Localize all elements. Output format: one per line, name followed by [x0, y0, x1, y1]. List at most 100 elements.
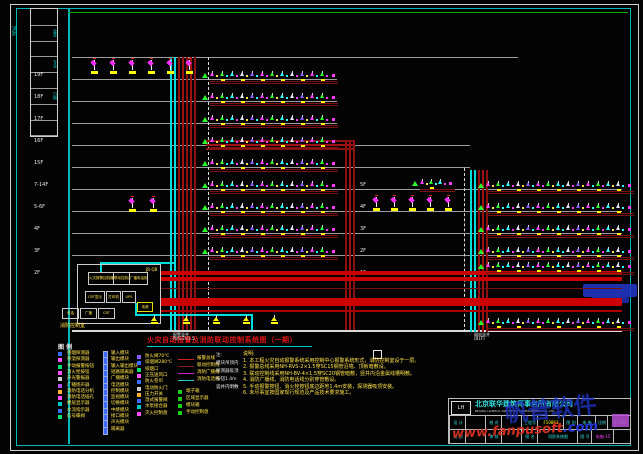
address-dot — [502, 229, 504, 231]
legend-label: 声光模块 — [111, 421, 129, 426]
detector-icon — [576, 248, 580, 252]
legend-label: 排烟阀280℃ — [145, 361, 172, 366]
legend-symbol — [58, 358, 62, 362]
detector-icon — [230, 204, 234, 208]
detector-icon — [586, 319, 590, 323]
address-dot — [622, 229, 624, 231]
detector-icon — [320, 72, 324, 76]
address-dot — [326, 141, 328, 143]
address-dot — [512, 251, 514, 253]
riser-line — [182, 57, 184, 330]
legend-label: 楼层显示器 — [67, 402, 90, 407]
device-row — [210, 115, 338, 129]
address-dot — [512, 207, 514, 209]
detector-icon — [210, 182, 214, 186]
fan-icon — [147, 60, 153, 66]
address-dot — [246, 229, 248, 231]
address-dot — [266, 97, 268, 99]
floor-label-left: 18F — [34, 95, 43, 100]
detector-icon — [230, 226, 234, 230]
detector-icon — [320, 226, 324, 230]
floor-label-left: 19F — [34, 73, 43, 78]
detector-icon — [240, 116, 244, 120]
address-dot — [286, 119, 288, 121]
floor-label-left: 16F — [34, 139, 43, 144]
address-dot — [296, 97, 298, 99]
big-device-row — [128, 198, 170, 214]
address-dot — [286, 163, 288, 165]
detector-icon — [486, 182, 490, 186]
detector-icon — [606, 248, 610, 252]
detector-icon — [546, 248, 550, 252]
detector-icon — [566, 204, 570, 208]
address-dot — [582, 266, 584, 268]
address-dot — [236, 141, 238, 143]
loop-wire-dark — [210, 103, 338, 104]
detector-icon — [300, 94, 304, 98]
legend-symbol — [137, 374, 141, 378]
address-dot — [562, 266, 564, 268]
detector-icon — [616, 263, 620, 267]
detector-icon — [536, 263, 540, 267]
detector-icon — [506, 204, 510, 208]
address-dot — [492, 185, 494, 187]
address-dot — [286, 207, 288, 209]
detector-icon — [566, 182, 570, 186]
note-line: 5. 手动报警按钮、消火栓按钮底边距地1.4m安装，探测器吸顶安装。 — [243, 385, 397, 390]
row-end-arrow — [332, 162, 335, 165]
loop-wire-dark — [210, 213, 338, 214]
legend-symbol — [58, 371, 62, 375]
detector-icon — [616, 226, 620, 230]
address-dot — [552, 266, 554, 268]
legend-symbol — [58, 365, 62, 369]
address-dot — [592, 185, 594, 187]
address-dot — [216, 163, 218, 165]
detector-icon — [280, 116, 284, 120]
detector-icon — [516, 248, 520, 252]
address-dot — [226, 185, 228, 187]
fan-device-unit — [408, 197, 426, 213]
detector-icon — [616, 248, 620, 252]
isolator-icon — [478, 183, 484, 188]
legend-label: 灭火控制盘 — [145, 412, 168, 417]
revision-row — [31, 120, 57, 137]
detector-icon — [210, 116, 214, 120]
terminal-box: 电话 — [62, 308, 79, 319]
fan-device-unit — [109, 60, 128, 76]
legend-symbol — [58, 402, 62, 406]
detector-icon — [320, 94, 324, 98]
shaft-dashed-line — [464, 168, 465, 332]
legend-label: 报警总线 — [197, 357, 215, 362]
loop-wire-dark — [210, 257, 338, 258]
address-dot — [612, 322, 614, 324]
detector-icon — [310, 248, 314, 252]
riser-line — [170, 57, 172, 330]
legend-symbol — [137, 412, 141, 416]
red-tick — [375, 195, 378, 196]
address-dot — [602, 229, 604, 231]
detector-icon — [240, 160, 244, 164]
detector-icon — [576, 319, 580, 323]
fan-device-unit — [147, 60, 166, 76]
legend-label: 广播扬声器 — [67, 384, 90, 389]
bell-device — [150, 315, 160, 324]
detector-icon — [290, 204, 294, 208]
fan-device-unit — [149, 198, 170, 214]
fan-device-unit — [128, 198, 149, 214]
detector-icon — [320, 138, 324, 142]
drawing-title: 火灾自动报警及消防联动控制系统图（一期） — [147, 337, 297, 344]
detector-icon — [300, 138, 304, 142]
legend-label: 湿式报警阀 — [145, 399, 168, 404]
detector-icon — [526, 182, 530, 186]
watermark-purple-block — [612, 414, 629, 427]
address-dot — [216, 229, 218, 231]
row-end-arrow — [332, 206, 335, 209]
device-row — [210, 93, 338, 107]
fan-icon — [128, 198, 134, 204]
address-dot — [502, 251, 504, 253]
legend-label: 输入模块 — [111, 352, 129, 357]
detector-icon — [516, 204, 520, 208]
floor-label-right: 2F — [360, 249, 366, 254]
legend-label: 水流指示器 — [67, 409, 90, 414]
address-dot — [306, 229, 308, 231]
